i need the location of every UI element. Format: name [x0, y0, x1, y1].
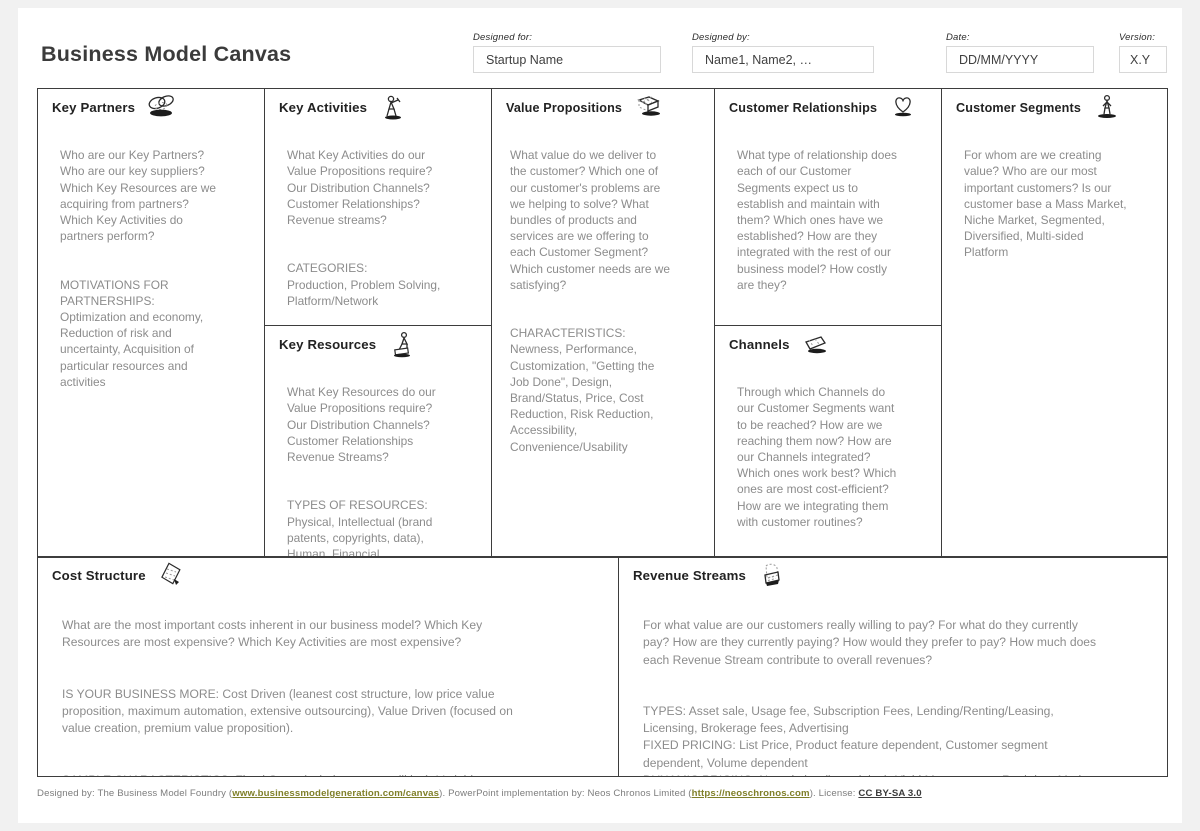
- channels-para1: Through which Channels do our Customer S…: [737, 385, 897, 529]
- block-customer-segments[interactable]: Customer Segments For whom are we creati…: [942, 89, 1165, 556]
- key-partners-para1: Who are our Key Partners? Who are our ke…: [60, 148, 216, 244]
- value-propositions-para2: CHARACTERISTICS: Newness, Performance, C…: [510, 326, 655, 454]
- customer-segments-header: Customer Segments: [942, 89, 1165, 122]
- cost-structure-title: Cost Structure: [52, 568, 146, 583]
- block-customer-relationships[interactable]: Customer Relationships What type of rela…: [715, 89, 941, 326]
- version-field: Version: X.Y: [1119, 32, 1167, 73]
- value-propositions-body: What value do we deliver to the customer…: [492, 122, 714, 471]
- customer-relationships-header: Customer Relationships: [715, 89, 941, 122]
- revenue-streams-para2: TYPES: Asset sale, Usage fee, Subscripti…: [643, 704, 1095, 776]
- key-partners-para2: MOTIVATIONS FOR PARTNERSHIPS: Optimizati…: [60, 277, 204, 389]
- canvas-header: Business Model Canvas Designed for: Star…: [18, 8, 1182, 88]
- megaphone-icon: [799, 331, 833, 359]
- key-activities-para1: What Key Activities do our Value Proposi…: [287, 148, 433, 228]
- version-input[interactable]: X.Y: [1119, 46, 1167, 73]
- canvas-sheet: Business Model Canvas Designed for: Star…: [18, 8, 1182, 823]
- key-partners-title: Key Partners: [52, 100, 136, 115]
- key-resources-header: Key Resources: [265, 326, 491, 359]
- designed-for-field: Designed for: Startup Name: [473, 32, 661, 73]
- revenue-streams-para1: For what value are our customers really …: [643, 618, 1097, 667]
- cost-structure-body: What are the most important costs inhere…: [38, 590, 618, 776]
- license-link[interactable]: CC BY-SA 3.0: [858, 788, 921, 799]
- designed-for-label: Designed for:: [473, 32, 533, 43]
- column-activities-resources: Key Activities What Key Activities do ou…: [265, 89, 492, 556]
- canvas-grid: Key Partners Who are our Key Partners? W…: [37, 88, 1168, 557]
- designed-for-input[interactable]: Startup Name: [473, 46, 661, 73]
- block-key-resources[interactable]: Key Resources What Key Resources do our …: [265, 326, 491, 556]
- date-label: Date:: [946, 32, 970, 43]
- key-resources-para1: What Key Resources do our Value Proposit…: [287, 385, 436, 465]
- version-label: Version:: [1119, 32, 1156, 43]
- business-model-canvas-page: Business Model Canvas Designed for: Star…: [0, 0, 1200, 831]
- channels-title: Channels: [729, 337, 790, 352]
- footer-text-2: ). PowerPoint implementation by: Neos Ch…: [439, 788, 692, 799]
- value-propositions-header: Value Propositions: [492, 89, 714, 122]
- cost-structure-para1: What are the most important costs inhere…: [62, 618, 483, 650]
- canvas-bottom-row: Cost Structure What are the most importa…: [37, 557, 1168, 777]
- revenue-streams-title: Revenue Streams: [633, 568, 746, 583]
- heart-icon: [886, 94, 920, 122]
- channels-body: Through which Channels do our Customer S…: [715, 359, 941, 546]
- key-resources-body: What Key Resources do our Value Proposit…: [265, 359, 491, 556]
- page-title: Business Model Canvas: [41, 42, 292, 66]
- customer-relationships-title: Customer Relationships: [729, 101, 878, 115]
- key-activities-para2: CATEGORIES: Production, Problem Solving,…: [287, 261, 441, 308]
- column-relationships-channels: Customer Relationships What type of rela…: [715, 89, 942, 556]
- value-propositions-title: Value Propositions: [506, 101, 623, 115]
- cost-structure-para2: IS YOUR BUSINESS MORE: Cost Driven (lean…: [62, 686, 513, 736]
- channels-header: Channels: [715, 326, 941, 359]
- key-resources-para2: TYPES OF RESOURCES: Physical, Intellectu…: [287, 498, 433, 556]
- designed-by-field: Designed by: Name1, Name2, …: [692, 32, 874, 73]
- coins-hand-icon: [755, 562, 789, 590]
- value-propositions-para1: What value do we deliver to the customer…: [510, 148, 670, 292]
- revenue-streams-header: Revenue Streams: [619, 558, 1167, 590]
- business-model-generation-link[interactable]: www.businessmodelgeneration.com/canvas: [232, 788, 439, 799]
- block-cost-structure[interactable]: Cost Structure What are the most importa…: [38, 558, 619, 776]
- customer-relationships-para1: What type of relationship does each of o…: [737, 148, 897, 292]
- cost-structure-para3: SAMPLE CHARACTERISTICS: Fixed Costs (sal…: [62, 772, 600, 776]
- designed-by-input[interactable]: Name1, Name2, …: [692, 46, 874, 73]
- person-lifting-icon: [385, 331, 419, 359]
- person-hammer-icon: [376, 94, 410, 122]
- footer-attribution: Designed by: The Business Model Foundry …: [37, 788, 1168, 799]
- block-key-activities[interactable]: Key Activities What Key Activities do ou…: [265, 89, 491, 326]
- date-input[interactable]: DD/MM/YYYY: [946, 46, 1094, 73]
- block-key-partners[interactable]: Key Partners Who are our Key Partners? W…: [38, 89, 265, 556]
- block-channels[interactable]: Channels Through which Channels do our C…: [715, 326, 941, 556]
- chain-links-icon: [144, 94, 178, 122]
- footer-text-1: Designed by: The Business Model Foundry …: [37, 788, 233, 799]
- cost-structure-header: Cost Structure: [38, 558, 618, 590]
- gift-package-icon: [631, 94, 665, 122]
- key-activities-title: Key Activities: [279, 100, 368, 115]
- receipt-icon: [155, 562, 189, 590]
- customer-segments-para1: For whom are we creating value? Who are …: [964, 148, 1127, 260]
- key-resources-title: Key Resources: [279, 337, 377, 352]
- date-field: Date: DD/MM/YYYY: [946, 32, 1094, 73]
- designed-by-label: Designed by:: [692, 32, 750, 43]
- footer-text-3: ). License:: [809, 788, 859, 799]
- key-activities-body: What Key Activities do our Value Proposi…: [265, 122, 491, 325]
- customer-segments-body: For whom are we creating value? Who are …: [942, 122, 1165, 277]
- revenue-streams-body: For what value are our customers really …: [619, 590, 1167, 776]
- customer-segments-title: Customer Segments: [956, 101, 1082, 115]
- block-revenue-streams[interactable]: Revenue Streams For what value are our c…: [619, 558, 1167, 776]
- key-activities-header: Key Activities: [265, 89, 491, 122]
- key-partners-body: Who are our Key Partners? Who are our ke…: [38, 122, 264, 406]
- customer-relationships-body: What type of relationship does each of o…: [715, 122, 941, 309]
- person-standing-icon: [1090, 94, 1124, 122]
- block-value-propositions[interactable]: Value Propositions What value do we deli…: [492, 89, 715, 556]
- neos-chronos-link[interactable]: https://neoschronos.com: [692, 788, 810, 799]
- key-partners-header: Key Partners: [38, 89, 264, 122]
